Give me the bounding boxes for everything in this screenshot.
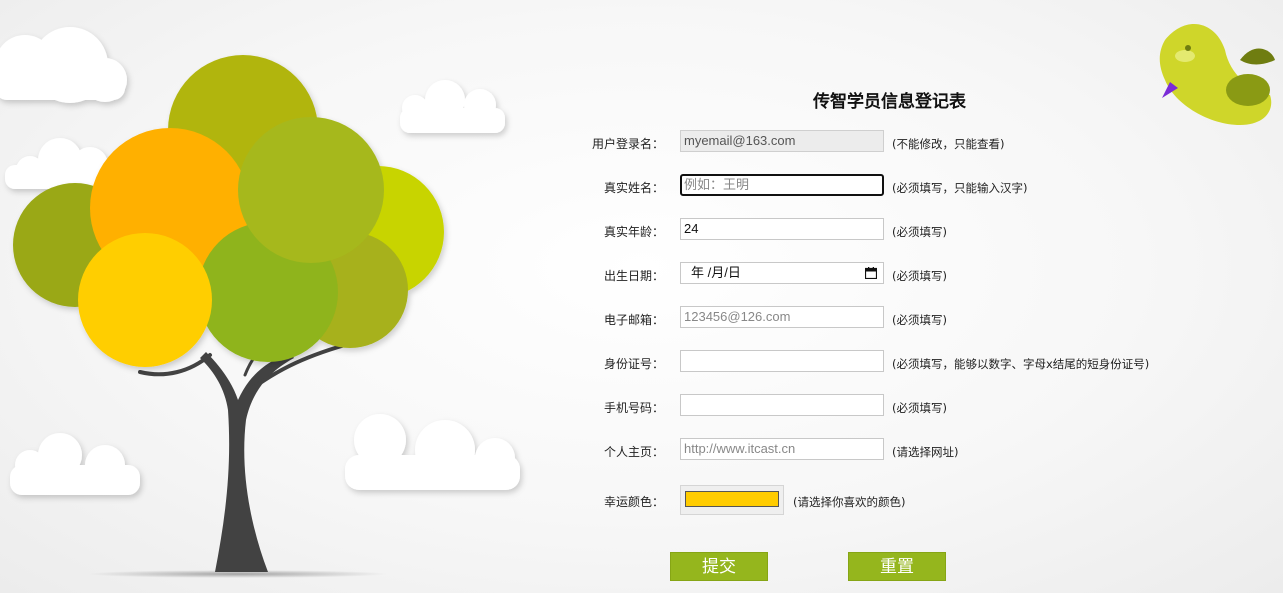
- homepage-hint: (请选择网址): [892, 445, 959, 459]
- color-label: 幸运颜色：: [603, 495, 664, 509]
- field-row-birthdate: 出生日期： 年 /月/日 (必须填写): [590, 262, 1280, 286]
- color-hint: (请选择你喜欢的颜色): [793, 495, 906, 509]
- email-hint: (必须填写): [892, 313, 947, 327]
- homepage-label: 个人主页：: [603, 445, 664, 459]
- homepage-input[interactable]: http://www.itcast.cn: [680, 438, 884, 460]
- idnumber-label: 身份证号：: [603, 357, 664, 371]
- age-input[interactable]: 24: [680, 218, 884, 240]
- realname-hint: (必须填写，只能输入汉字): [892, 181, 1028, 195]
- realname-input[interactable]: 例如：王明: [680, 174, 884, 196]
- field-row-email: 电子邮箱： 123456@126.com (必须填写): [590, 306, 1280, 330]
- birthdate-hint: (必须填写): [892, 269, 947, 283]
- phone-hint: (必须填写): [892, 401, 947, 415]
- phone-input[interactable]: [680, 394, 884, 416]
- field-row-username: 用户登录名： myemail@163.com (不能修改，只能查看): [590, 130, 1280, 154]
- username-input[interactable]: myemail@163.com: [680, 130, 884, 152]
- phone-label: 手机号码：: [603, 401, 664, 415]
- age-hint: (必须填写): [892, 225, 947, 239]
- cloud: [10, 433, 140, 495]
- bird-logo: [1159, 23, 1275, 125]
- realname-placeholder: 例如：王明: [684, 177, 750, 192]
- field-row-homepage: 个人主页： http://www.itcast.cn (请选择网址): [590, 438, 1280, 462]
- color-swatch: [685, 491, 779, 507]
- cloud: [400, 80, 505, 133]
- calendar-icon[interactable]: [865, 267, 877, 279]
- idnumber-hint: (必须填写，能够以数字、字母x结尾的短身份证号): [892, 357, 1150, 371]
- reset-button[interactable]: 重置: [848, 552, 946, 581]
- username-hint: (不能修改，只能查看): [892, 137, 1005, 151]
- birthdate-label: 出生日期：: [603, 269, 664, 283]
- field-row-realname: 真实姓名： 例如：王明 (必须填写，只能输入汉字): [590, 174, 1280, 198]
- homepage-placeholder: http://www.itcast.cn: [684, 441, 796, 456]
- field-row-color: 幸运颜色： (请选择你喜欢的颜色): [590, 485, 1280, 515]
- tree-trunk: [138, 338, 347, 572]
- idnumber-input[interactable]: [680, 350, 884, 372]
- birthdate-value: 年 /月/日: [691, 265, 741, 280]
- birthdate-input[interactable]: 年 /月/日: [680, 262, 884, 284]
- field-row-phone: 手机号码： (必须填写): [590, 394, 1280, 418]
- form-title: 传智学员信息登记表: [813, 92, 966, 112]
- email-input[interactable]: 123456@126.com: [680, 306, 884, 328]
- color-picker[interactable]: [680, 485, 784, 515]
- field-row-idnumber: 身份证号： (必须填写，能够以数字、字母x结尾的短身份证号): [590, 350, 1280, 374]
- email-placeholder: 123456@126.com: [684, 309, 791, 324]
- cloud: [345, 414, 520, 490]
- cloud: [0, 27, 127, 103]
- submit-button[interactable]: 提交: [670, 552, 768, 581]
- email-label: 电子邮箱：: [603, 313, 664, 327]
- realname-label: 真实姓名：: [603, 181, 664, 195]
- age-label: 真实年龄：: [603, 225, 664, 239]
- field-row-age: 真实年龄： 24 (必须填写): [590, 218, 1280, 242]
- username-label: 用户登录名：: [591, 137, 664, 151]
